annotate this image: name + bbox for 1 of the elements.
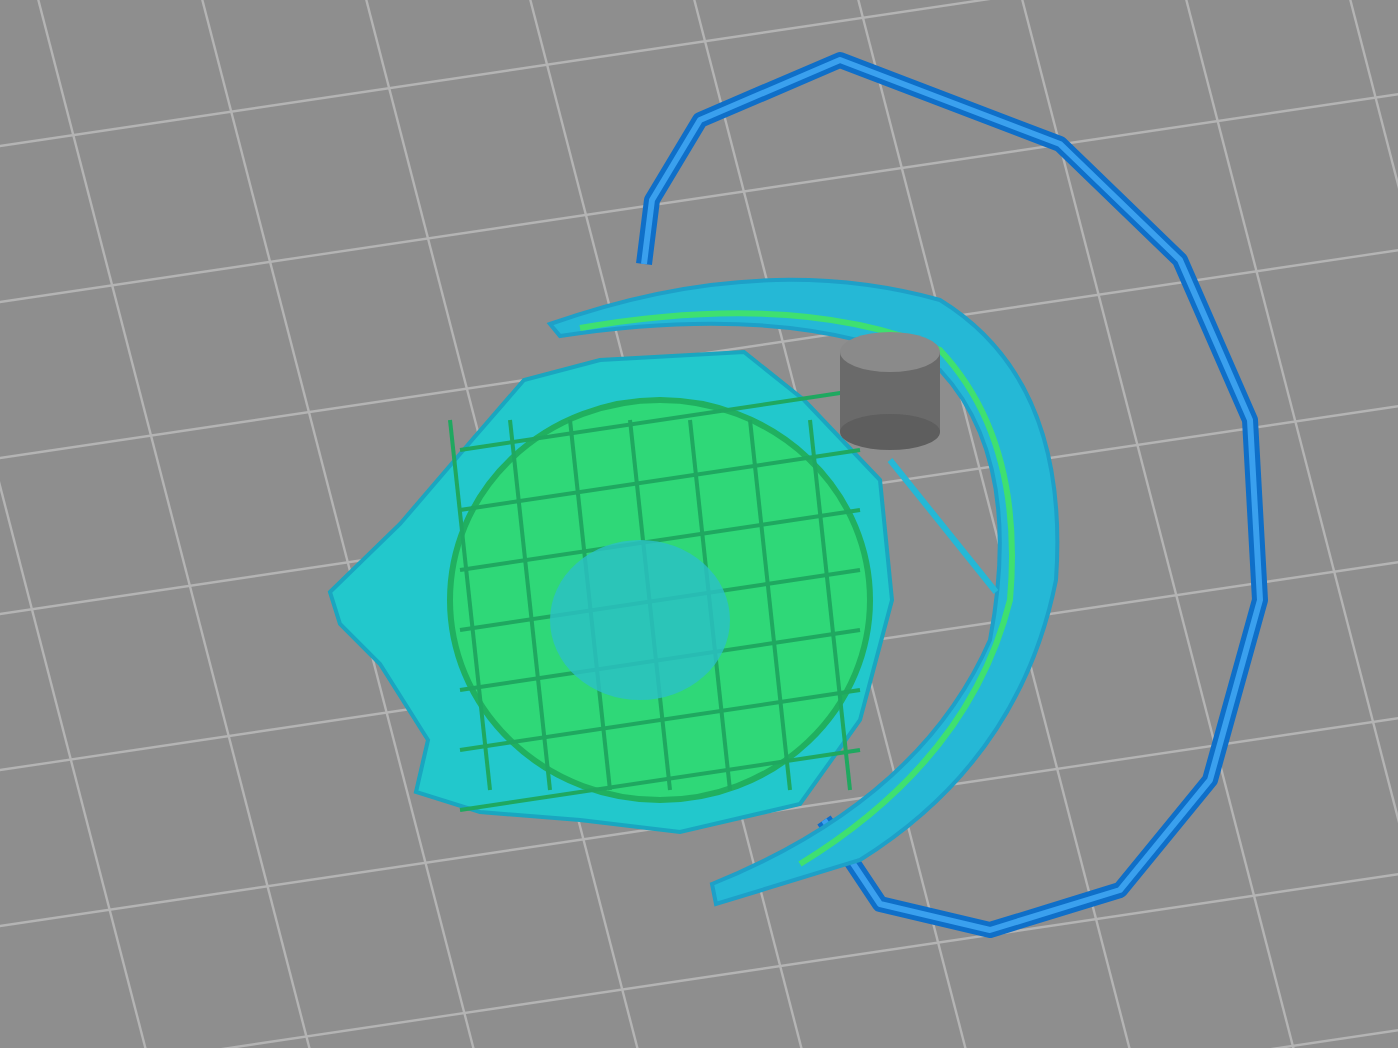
- cylinder-drawing: [840, 332, 940, 450]
